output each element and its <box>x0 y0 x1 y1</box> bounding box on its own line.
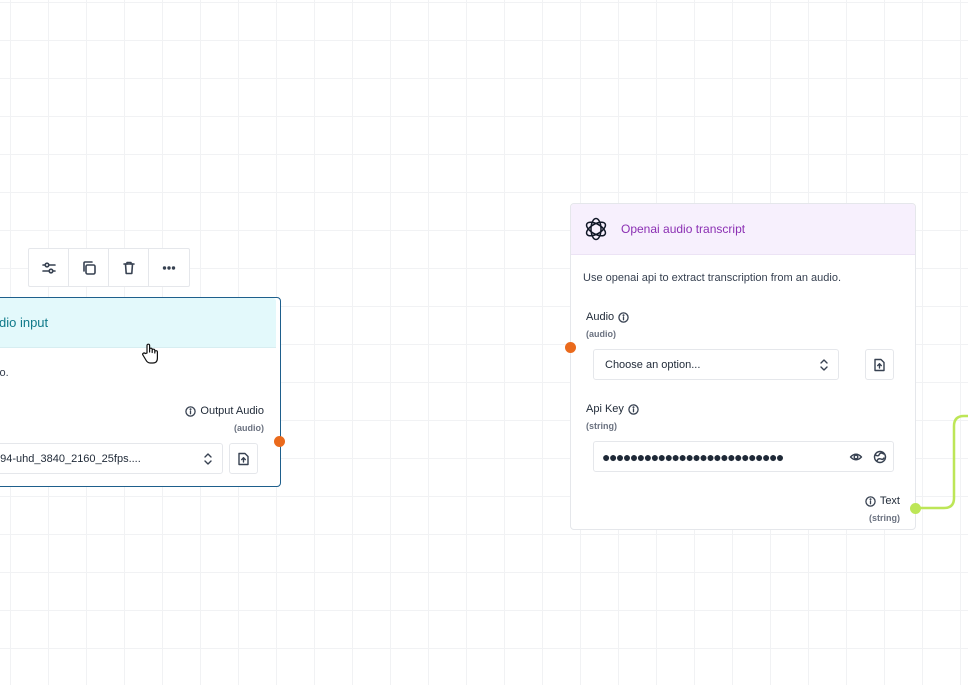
node-title: Openai audio transcript <box>621 222 746 236</box>
audio-label-text: Audio <box>586 311 615 323</box>
info-icon <box>865 495 876 507</box>
apikey-value: ●●●●●●●●●●●●●●●●●●●●●●●●●● <box>602 448 784 465</box>
audio-input-handle[interactable] <box>565 342 576 353</box>
settings-button[interactable] <box>29 249 69 286</box>
node-toolbar <box>28 248 190 287</box>
info-icon <box>185 405 197 417</box>
duplicate-button[interactable] <box>69 249 109 286</box>
apikey-input[interactable]: ●●●●●●●●●●●●●●●●●●●●●●●●●● <box>593 441 894 472</box>
text-output-label-text: Text <box>879 495 900 507</box>
audio-select[interactable]: Choose an option... <box>593 349 839 380</box>
openai-transcript-node[interactable]: Openai audio transcript Use openai api t… <box>570 203 916 530</box>
more-icon <box>162 265 176 270</box>
apikey-field-type: (string) <box>586 421 617 431</box>
node-title: dio input <box>0 315 49 330</box>
hand-cursor-icon <box>142 343 158 364</box>
audio-select-placeholder: Choose an option... <box>605 358 701 371</box>
delete-button[interactable] <box>109 249 149 286</box>
output-label-text: Output Audio <box>200 405 264 417</box>
apikey-field-label: Api Key <box>586 403 639 415</box>
file-upload-icon <box>238 452 249 465</box>
text-output-handle[interactable] <box>910 503 921 514</box>
node-header[interactable]: dio input <box>0 298 276 348</box>
output-label: Output Audio <box>185 405 264 417</box>
chevron-updown-icon <box>820 359 828 371</box>
copy-icon <box>82 260 96 275</box>
node-description: dio. <box>0 367 9 379</box>
file-upload-icon <box>874 358 885 371</box>
audio-file-value: 394-uhd_3840_2160_25fps.... <box>0 452 141 465</box>
audio-input-node[interactable]: dio input dio. Output Audio (audio) 394-… <box>0 297 281 487</box>
globe-icon[interactable] <box>873 450 887 464</box>
upload-file-button[interactable] <box>865 349 894 380</box>
apikey-label-text: Api Key <box>586 403 624 415</box>
text-output-type: (string) <box>869 513 900 523</box>
sliders-icon <box>41 261 56 274</box>
upload-file-button[interactable] <box>229 443 258 474</box>
info-icon <box>628 403 639 415</box>
more-button[interactable] <box>149 249 189 286</box>
audio-field-label: Audio <box>586 311 629 323</box>
audio-field-type: (audio) <box>586 329 616 339</box>
audio-output-handle[interactable] <box>274 436 285 447</box>
audio-file-select[interactable]: 394-uhd_3840_2160_25fps.... <box>0 443 223 474</box>
openai-logo-icon <box>585 217 607 241</box>
flow-canvas[interactable]: dio input dio. Output Audio (audio) 394-… <box>0 0 968 685</box>
eye-icon[interactable] <box>849 450 863 464</box>
node-description: Use openai api to extract transcription … <box>583 272 842 284</box>
trash-icon <box>122 261 135 274</box>
chevron-updown-icon <box>204 453 212 465</box>
text-output-label: Text <box>865 495 900 507</box>
output-type: (audio) <box>234 423 264 433</box>
node-header[interactable]: Openai audio transcript <box>571 204 915 255</box>
info-icon <box>618 311 629 323</box>
